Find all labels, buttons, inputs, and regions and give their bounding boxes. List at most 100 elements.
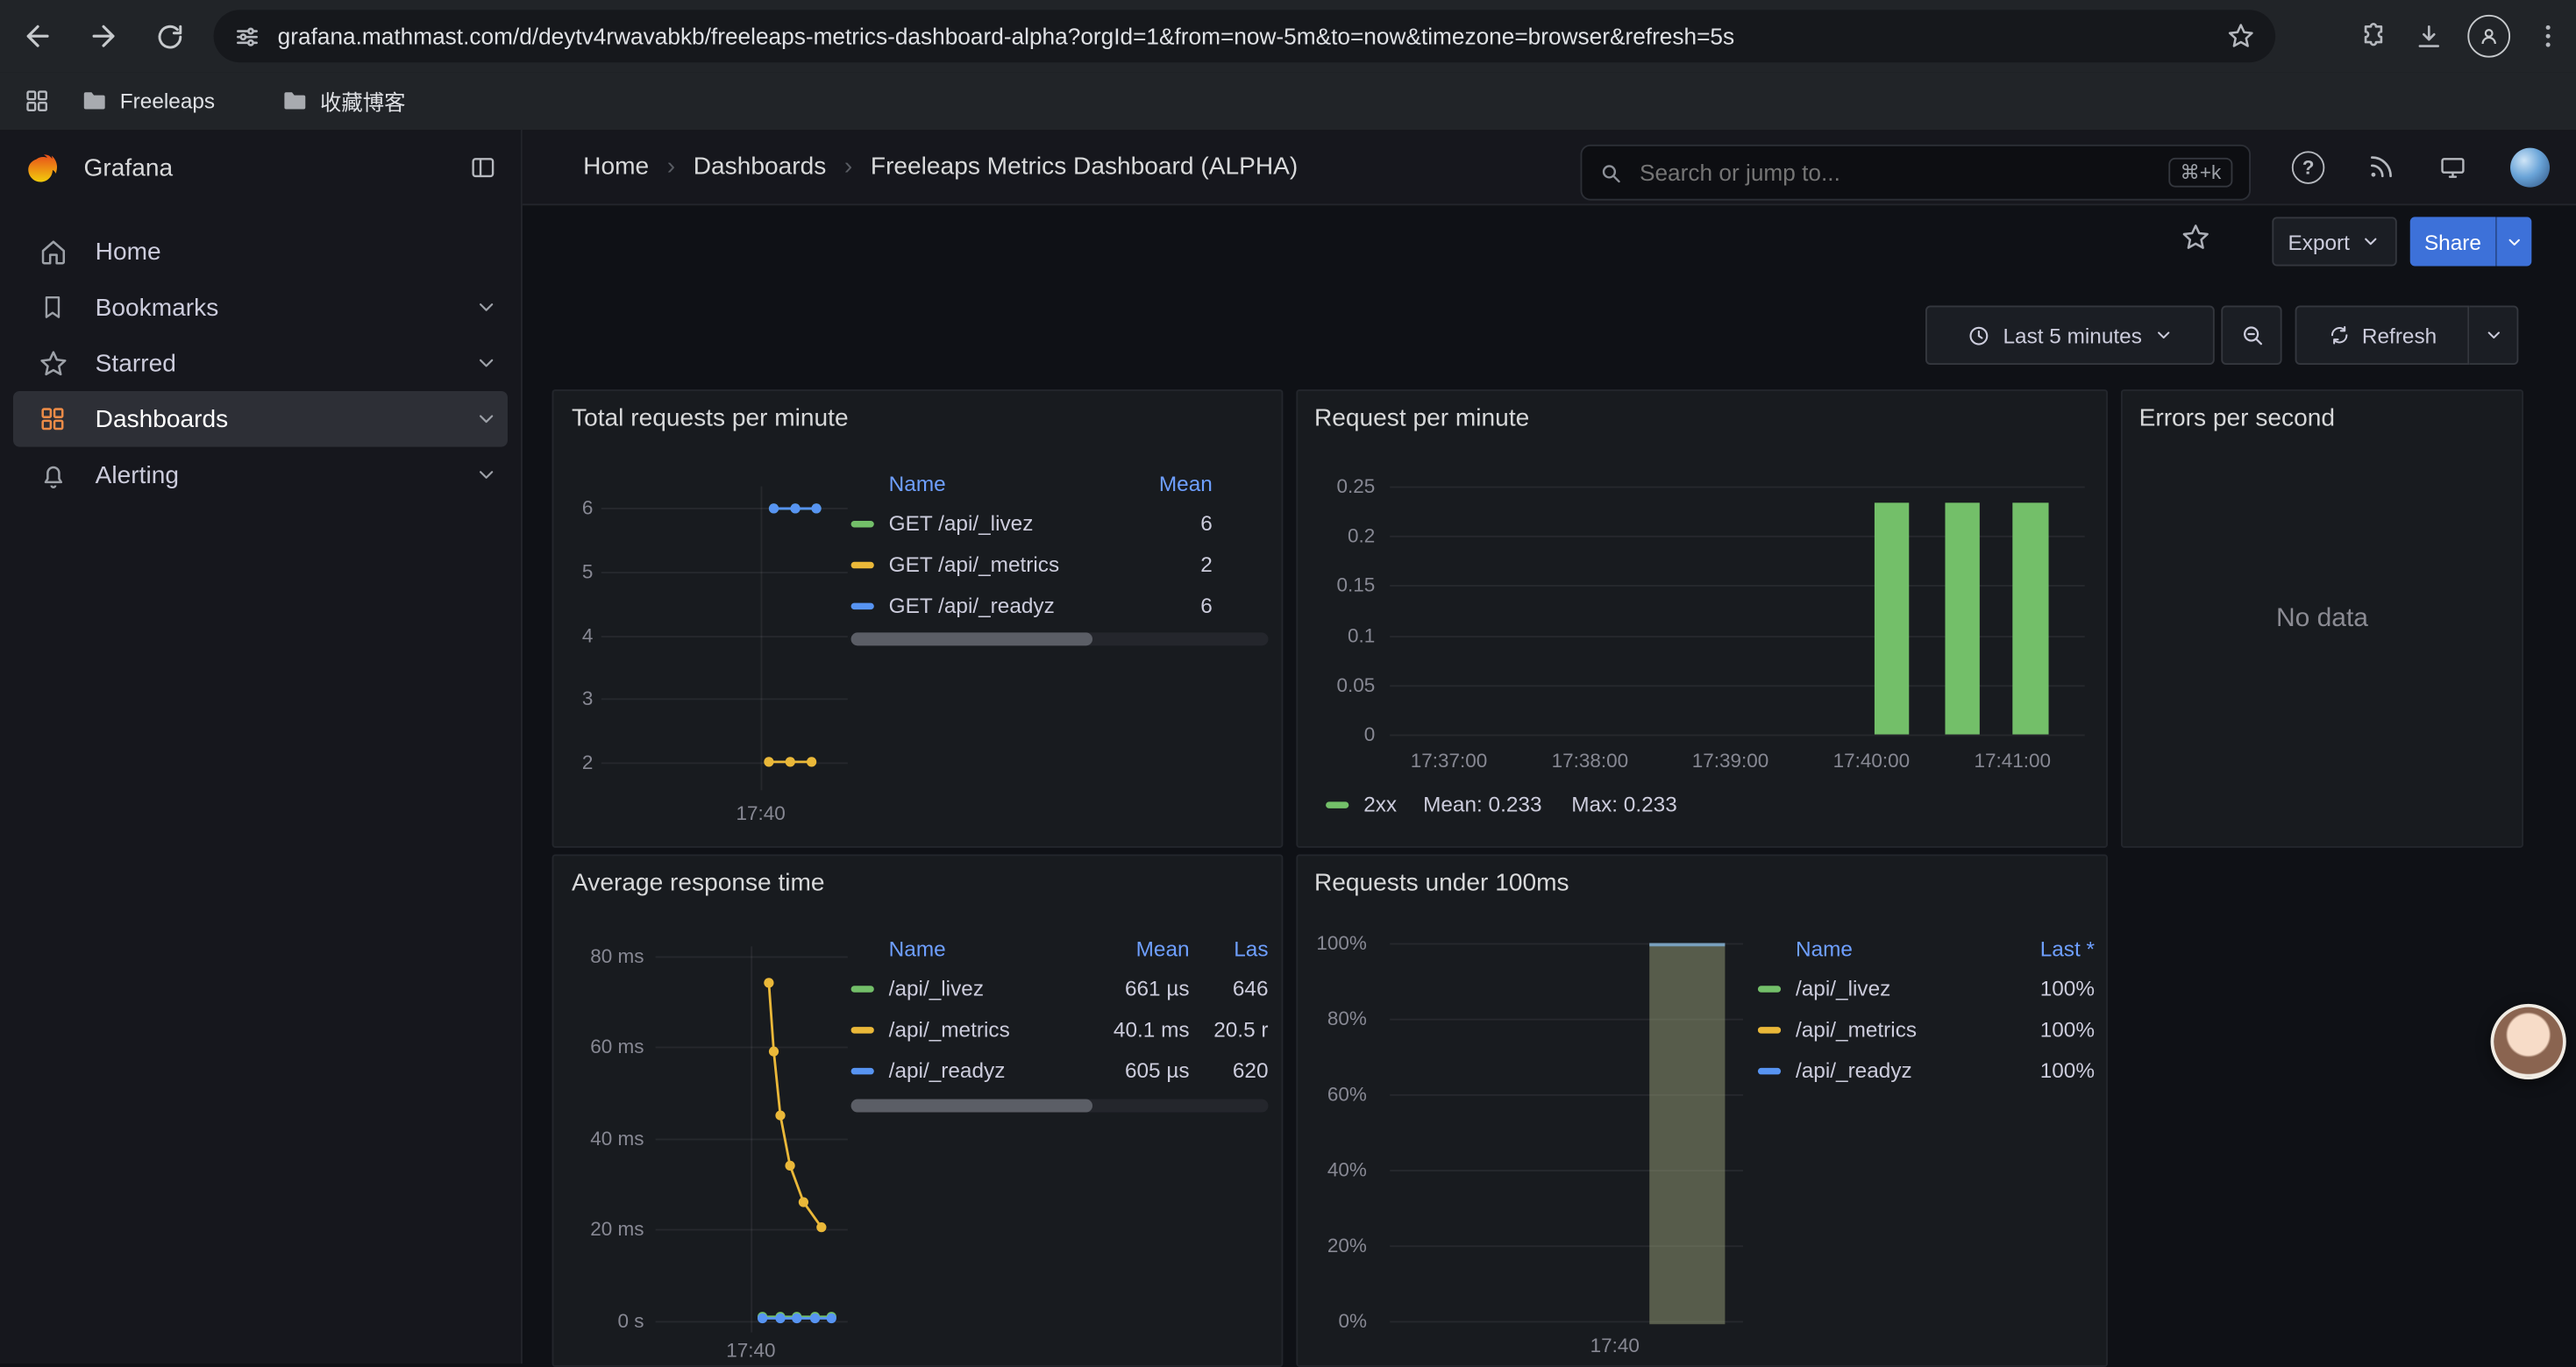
legend-header-mean[interactable]: Mean [1087, 936, 1189, 960]
series-mean: 605 µs [1087, 1058, 1189, 1083]
search-input[interactable] [1636, 158, 2168, 188]
chevron-down-icon[interactable] [475, 463, 498, 486]
panel-total-requests[interactable]: Total requests per minute 65432 17:40 Na… [552, 389, 1284, 848]
scrollbar-thumb[interactable] [851, 1100, 1093, 1113]
clock-icon [1967, 323, 1991, 347]
series-name[interactable]: /api/_livez [1796, 976, 2003, 1000]
site-info-icon[interactable] [233, 22, 261, 50]
series-name[interactable]: /api/_livez [889, 976, 1088, 1000]
sidebar-item-starred[interactable]: Starred [13, 335, 508, 391]
bookmark-star-icon[interactable] [2226, 21, 2256, 51]
legend-inline[interactable]: 2xx Mean: 0.233 Max: 0.233 [1326, 792, 1677, 816]
legend-header-mean[interactable]: Mean [1147, 471, 1213, 495]
panel-requests-under-100ms[interactable]: Requests under 100ms 100%80%60%40%20%0% … [1296, 854, 2108, 1367]
zoom-out-button[interactable] [2221, 306, 2281, 365]
time-range-picker[interactable]: Last 5 minutes [1925, 306, 2215, 365]
dashboards-grid-icon [36, 404, 68, 434]
panel-request-per-minute[interactable]: Request per minute 0.250.20.150.10.050 1… [1296, 389, 2108, 848]
panel-title[interactable]: Request per minute [1314, 404, 1529, 432]
reload-button[interactable] [141, 8, 197, 64]
legend-row[interactable]: GET /api/_metrics 2 [851, 544, 1269, 585]
bookmark-label: 收藏博客 [320, 85, 405, 117]
chevron-down-icon[interactable] [475, 352, 498, 374]
back-button[interactable] [10, 8, 66, 64]
url-bar[interactable]: grafana.mathmast.com/d/deytv4rwavabkb/fr… [214, 10, 2276, 62]
series-name[interactable]: /api/_readyz [889, 1058, 1088, 1083]
menu-kebab-icon[interactable] [2533, 21, 2563, 51]
bookmark-folder-freeleaps[interactable]: Freeleaps [68, 81, 228, 122]
chart-plot [1390, 943, 1743, 1321]
legend-row[interactable]: /api/_readyz 605 µs 620 [851, 1050, 1269, 1091]
url-text[interactable]: grafana.mathmast.com/d/deytv4rwavabkb/fr… [278, 23, 2226, 49]
y-axis: 80 ms60 ms40 ms20 ms0 s [566, 946, 644, 1332]
breadcrumb-home[interactable]: Home [583, 153, 649, 181]
search-bar[interactable]: ⌘+k [1581, 145, 2251, 201]
panel-average-response-time[interactable]: Average response time 80 ms60 ms40 ms20 … [552, 854, 1284, 1367]
series-name[interactable]: 2xx [1363, 792, 1397, 816]
favorite-star-icon[interactable] [2180, 222, 2211, 253]
panel-title[interactable]: Average response time [572, 869, 825, 897]
series-name[interactable]: GET /api/_livez [889, 511, 1147, 536]
breadcrumb-dashboards[interactable]: Dashboards [694, 153, 827, 181]
legend-row[interactable]: /api/_livez 661 µs 646 [851, 968, 1269, 1009]
x-axis: 17:40 [656, 1335, 848, 1362]
legend-scrollbar[interactable] [851, 1100, 1269, 1113]
bookmark-folder-blogs[interactable]: 收藏博客 [267, 79, 418, 124]
series-mean: 2 [1147, 552, 1213, 577]
sidebar-item-alerting[interactable]: Alerting [13, 447, 508, 503]
panel-errors-per-second[interactable]: Errors per second No data [2121, 389, 2523, 848]
collapse-sidebar-icon[interactable] [468, 153, 498, 182]
profile-avatar[interactable] [2467, 15, 2510, 58]
apps-grid-icon[interactable] [23, 87, 51, 115]
legend-row[interactable]: /api/_metrics 100% [1758, 1008, 2095, 1050]
legend-header-name[interactable]: Name [889, 471, 1147, 495]
legend-row[interactable]: GET /api/_readyz 6 [851, 585, 1269, 626]
legend-row[interactable]: GET /api/_livez 6 [851, 502, 1269, 544]
legend-header-last[interactable]: Last * [2003, 936, 2095, 960]
extensions-icon[interactable] [2359, 20, 2391, 52]
export-button[interactable]: Export [2272, 217, 2396, 266]
legend-scrollbar[interactable] [851, 632, 1269, 645]
series-name[interactable]: GET /api/_metrics [889, 552, 1147, 577]
legend-header-name[interactable]: Name [1796, 936, 2003, 960]
chevron-down-icon[interactable] [475, 295, 498, 318]
series-max: Max: 0.233 [1571, 792, 1677, 816]
x-axis: 17:40 [601, 799, 848, 825]
rss-icon[interactable] [2367, 153, 2395, 181]
sidebar-item-bookmarks[interactable]: Bookmarks [13, 280, 508, 336]
panel-title[interactable]: Total requests per minute [572, 404, 849, 432]
help-icon[interactable]: ? [2292, 150, 2324, 182]
share-split-button: Share [2410, 217, 2532, 266]
refresh-button[interactable]: Refresh [2295, 306, 2470, 365]
scrollbar-thumb[interactable] [851, 632, 1093, 645]
series-mean: 6 [1147, 511, 1213, 536]
legend-header-last[interactable]: Las [1190, 936, 1269, 960]
series-name[interactable]: /api/_metrics [889, 1017, 1088, 1042]
series-mean: Mean: 0.233 [1423, 792, 1541, 816]
panel-title[interactable]: Requests under 100ms [1314, 869, 1569, 897]
chevron-down-icon[interactable] [475, 408, 498, 431]
floating-assistant-avatar[interactable] [2491, 1004, 2566, 1079]
share-menu-caret[interactable] [2495, 217, 2531, 266]
legend-row[interactable]: /api/_livez 100% [1758, 968, 2095, 1009]
series-name[interactable]: /api/_metrics [1796, 1017, 2003, 1042]
monitor-icon[interactable] [2438, 152, 2468, 182]
downloads-icon[interactable] [2413, 20, 2444, 52]
legend-row[interactable]: /api/_metrics 40.1 ms 20.5 r [851, 1008, 1269, 1050]
legend-header-row: Name Mean [851, 463, 1269, 502]
series-swatch [851, 561, 874, 567]
sidebar-item-home[interactable]: Home [13, 224, 508, 280]
legend-row[interactable]: /api/_readyz 100% [1758, 1050, 2095, 1091]
legend-header-row: Name Last * [1758, 929, 2095, 968]
grafana-logo[interactable] [23, 149, 60, 187]
sidebar-item-label: Starred [96, 349, 176, 377]
refresh-interval-caret[interactable] [2469, 306, 2518, 365]
legend-header-name[interactable]: Name [889, 936, 1088, 960]
series-name[interactable]: /api/_readyz [1796, 1058, 2003, 1083]
series-name[interactable]: GET /api/_readyz [889, 593, 1147, 617]
user-avatar[interactable] [2510, 147, 2550, 187]
sidebar-item-dashboards[interactable]: Dashboards [13, 391, 508, 447]
x-axis: 17:37:0017:38:0017:39:0017:40:0017:41:00 [1390, 746, 2085, 772]
share-button[interactable]: Share [2410, 217, 2495, 266]
forward-button[interactable] [75, 8, 132, 64]
